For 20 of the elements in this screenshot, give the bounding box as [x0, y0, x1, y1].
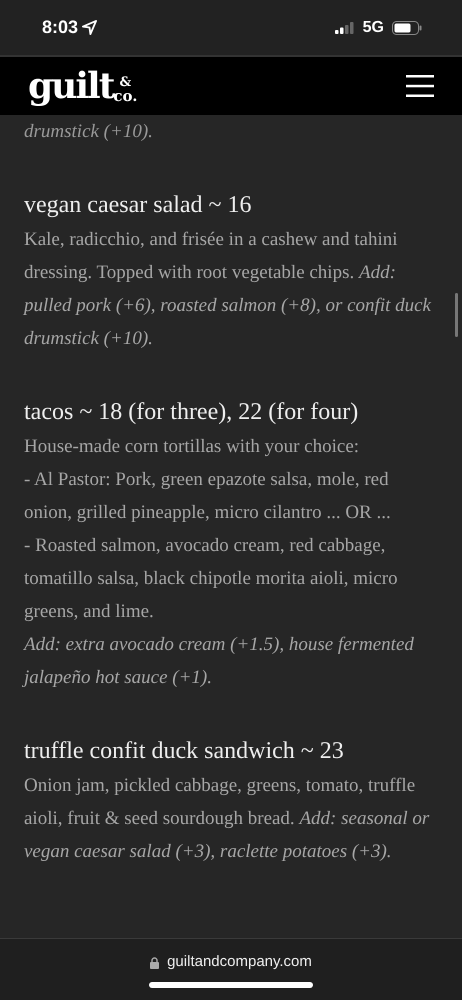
item-title: truffle confit duck sandwich ~ 23 — [24, 737, 345, 766]
scroll-indicator — [455, 293, 458, 337]
description-text: Add: extra avocado cream (+1.5), house fermented jalapeño hot sauce (+1). — [24, 633, 415, 690]
item-title: vegan caesar salad ~ 16 — [24, 191, 253, 220]
description-text: - Roasted salmon, avocado cream, red cabbage, tomatillo salsa, black chipotle morita aioli, micro greens, and lime. — [24, 534, 399, 624]
location-arrow-icon — [82, 20, 98, 35]
url-text[interactable]: guiltandcompany.com — [167, 951, 312, 974]
description-text: - Al Pastor: Pork, green epazote salsa, mole, red onion, grilled pineapple, micro cilantro ... OR ... — [24, 468, 392, 525]
battery-icon — [392, 20, 422, 34]
network-text: 5G — [362, 18, 384, 38]
time-text: 8:03 — [42, 16, 78, 39]
description-text: House-made corn tortillas with your choice: — [24, 435, 360, 459]
lock-icon — [150, 956, 160, 968]
item-title: tacos ~ 18 (for three), 22 (for four) — [24, 398, 360, 427]
description-text: Kale, radicchio, and frisée in a cashew and tahini dressing. Topped with root vegetable chips. Add: pulled pork (+6), roasted salmon (+8), or confit duck drumstick (+10). — [24, 228, 432, 351]
description-text: Onion jam, pickled cabbage, greens, tomato, truffle aioli, fruit & seed sourdough bread. Add: seasonal or vegan caesar salad (+3), raclette potatoes (+3). — [24, 774, 430, 864]
menu-icon[interactable] — [406, 74, 434, 98]
home-indicator[interactable] — [149, 982, 313, 988]
description-text: drumstick (+10). — [24, 120, 154, 144]
signal-icon — [334, 22, 355, 34]
